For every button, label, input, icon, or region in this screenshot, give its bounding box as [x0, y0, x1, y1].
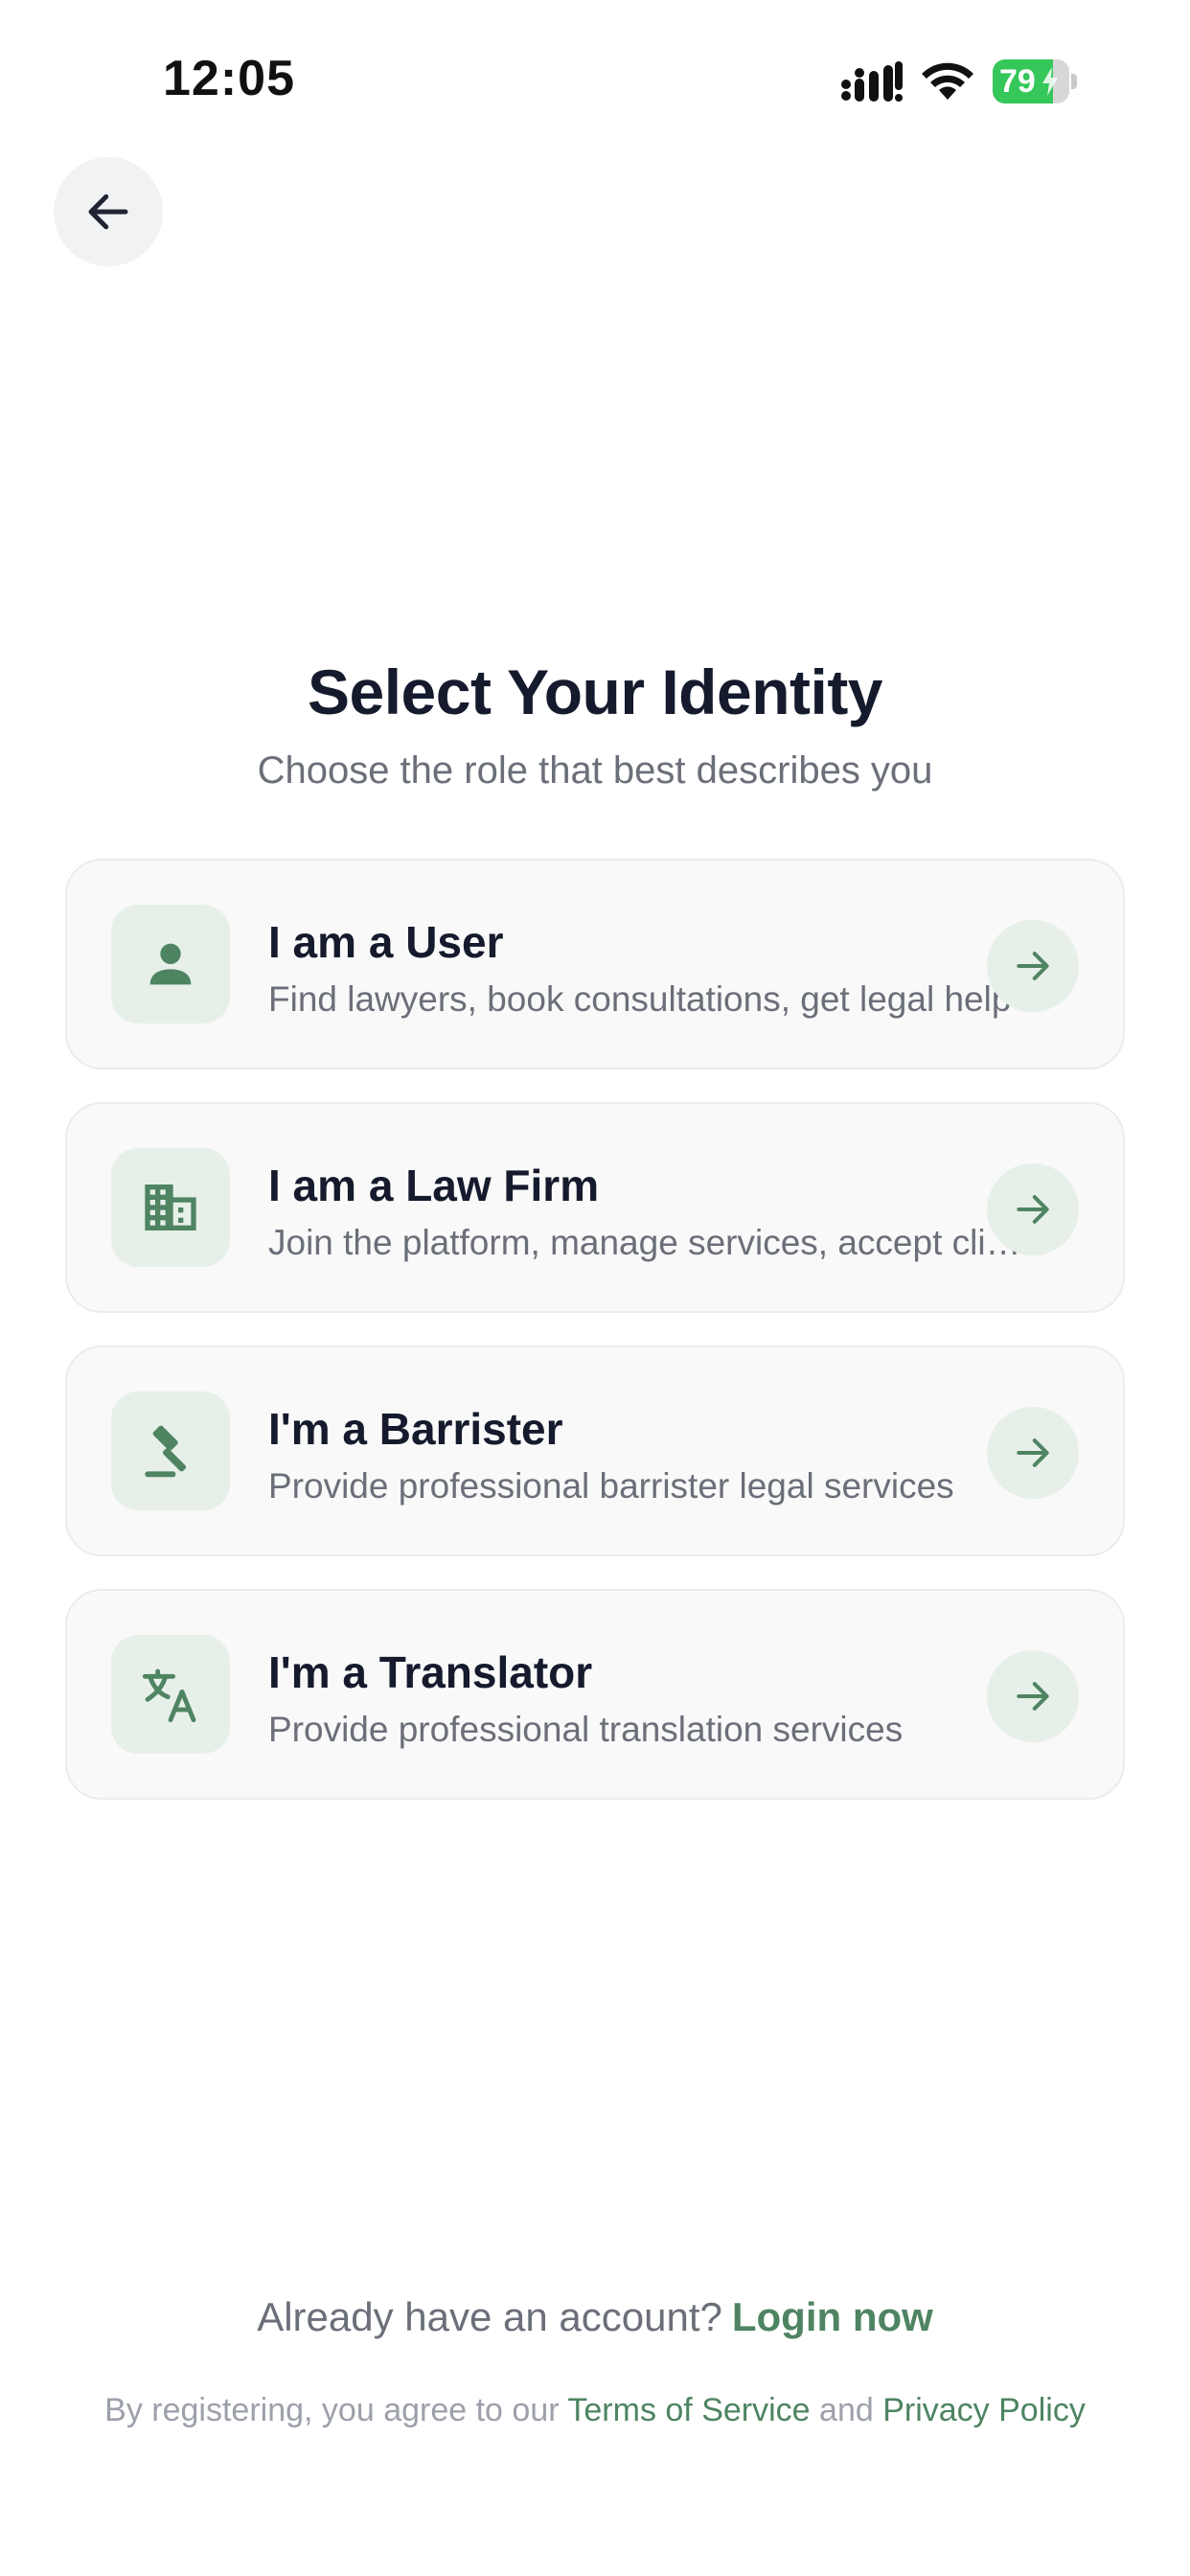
terms-row: By registering, you agree to our Terms o…	[0, 2392, 1190, 2429]
wifi-icon	[922, 62, 973, 100]
arrow-left-icon	[88, 194, 128, 230]
role-description: Provide professional barrister legal ser…	[268, 1466, 954, 1506]
login-prompt-text: Already have an account?	[257, 2294, 722, 2339]
role-arrow-button[interactable]	[987, 920, 1079, 1012]
role-title: I am a Law Firm	[268, 1161, 600, 1210]
arrow-right-icon	[1017, 1438, 1049, 1467]
gavel-icon	[145, 1425, 187, 1478]
role-card-user[interactable]: I am a User Find lawyers, book consultat…	[65, 859, 1125, 1070]
status-bar: 12:05 79	[0, 0, 1190, 144]
back-button[interactable]	[54, 157, 163, 266]
page-title: Select Your Identity	[307, 656, 883, 727]
terms-prefix-text: By registering, you agree to our	[104, 2392, 560, 2428]
role-title: I'm a Barrister	[268, 1404, 563, 1454]
arrow-right-icon	[1017, 952, 1049, 980]
role-arrow-button[interactable]	[987, 1650, 1079, 1742]
role-card-translator[interactable]: I'm a Translator Provide professional tr…	[65, 1589, 1125, 1800]
role-title: I'm a Translator	[268, 1647, 593, 1697]
role-title: I am a User	[268, 917, 504, 967]
cellular-signal-icon	[841, 61, 903, 102]
role-card-barrister[interactable]: I'm a Barrister Provide professional bar…	[65, 1346, 1125, 1556]
login-now-link[interactable]: Login now	[732, 2294, 933, 2339]
role-list: I am a User Find lawyers, book consultat…	[65, 859, 1125, 1832]
role-description: Find lawyers, book consultations, get le…	[268, 979, 1012, 1019]
role-description: Provide professional translation service…	[268, 1710, 904, 1749]
building-icon	[145, 1184, 196, 1230]
terms-of-service-link[interactable]: Terms of Service	[567, 2392, 810, 2428]
privacy-policy-link[interactable]: Privacy Policy	[882, 2392, 1086, 2428]
terms-and-text: and	[819, 2392, 874, 2428]
person-icon	[149, 943, 192, 985]
arrow-right-icon	[1017, 1195, 1049, 1224]
role-arrow-button[interactable]	[987, 1407, 1079, 1499]
arrow-right-icon	[1017, 1682, 1049, 1711]
role-icon-container	[111, 1392, 230, 1510]
role-arrow-button[interactable]	[987, 1163, 1079, 1255]
charging-bolt-icon	[1042, 67, 1058, 96]
role-card-law-firm[interactable]: I am a Law Firm Join the platform, manag…	[65, 1102, 1125, 1313]
login-prompt-row: Already have an account? Login now	[0, 2294, 1190, 2340]
role-icon-container	[111, 1148, 230, 1267]
role-icon-container	[111, 1635, 230, 1754]
status-time: 12:05	[163, 51, 295, 106]
role-description: Join the platform, manage services, acce…	[268, 1223, 1035, 1262]
role-icon-container	[111, 905, 230, 1024]
translate-icon	[142, 1668, 196, 1723]
select-identity-screen: 12:05 79 Select Your Identity Choose the…	[0, 0, 1190, 2576]
battery-icon: 79	[993, 59, 1077, 104]
page-subtitle: Choose the role that best describes you	[257, 749, 933, 792]
